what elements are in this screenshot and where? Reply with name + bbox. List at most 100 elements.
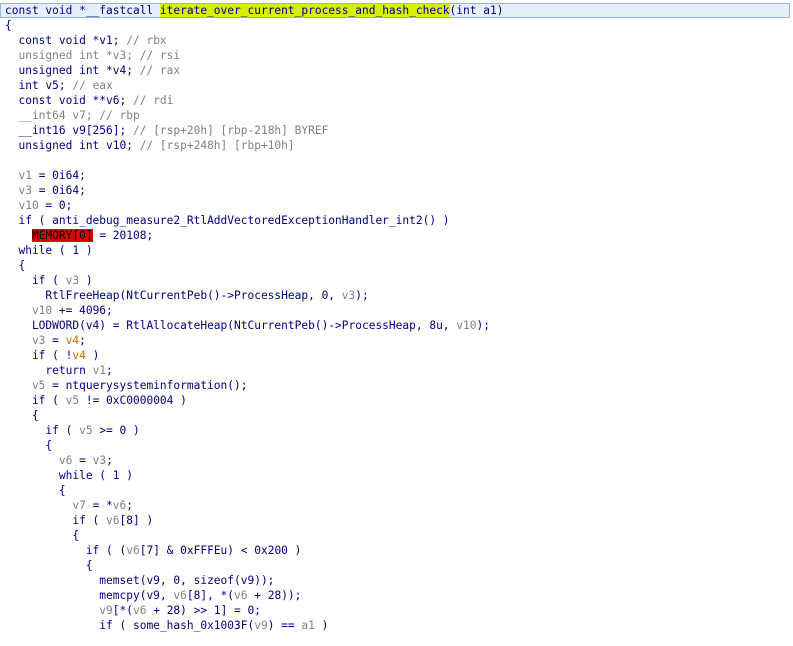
code-token[interactable]: v10 [456,319,476,332]
code-token[interactable]: v5 [66,394,79,407]
code-token[interactable]: unsigned int *v3; // rsi [5,49,180,62]
code-token[interactable]: LODWORD(v4) = RtlAllocateHeap(NtCurrentP… [5,319,456,332]
code-token[interactable]: [7] & 0xFFFEu) < 0x200 ) [140,544,302,557]
code-line[interactable]: const void *v1; // rbx [5,33,166,48]
code-token[interactable]: // rbx [126,34,166,47]
code-token[interactable]: (int a1) [450,4,504,17]
code-token[interactable]: [8], *( [187,589,234,602]
code-line[interactable]: v5 = ntquerysysteminformation(); [5,378,248,393]
code-token[interactable]: v4 [66,334,79,347]
code-line[interactable]: { [5,408,39,423]
code-token[interactable]: if ( ( [5,544,126,557]
code-token[interactable]: + 28)); [248,589,301,602]
code-token[interactable]: if ( anti_debug_measure2_RtlAddVectoredE… [5,214,449,227]
code-token[interactable]: if ( [5,394,66,407]
code-line[interactable]: int v5; // eax [5,78,112,93]
code-token[interactable]: v6 [106,514,119,527]
code-token[interactable]: // [rsp+248h] [rbp+10h] [140,139,295,152]
code-line[interactable]: { [5,438,52,453]
code-token[interactable]: unsigned int *v4; [5,64,140,77]
code-token[interactable]: if ( ! [5,349,72,362]
code-token[interactable]: >= 0 ) [93,424,139,437]
code-line[interactable]: if ( v5 != 0xC0000004 ) [5,393,187,408]
code-token[interactable]: ; [106,364,113,377]
code-token[interactable]: const void *v1; [5,34,126,47]
code-token[interactable]: { [5,529,79,542]
code-token[interactable]: [8] ) [120,514,154,527]
code-token[interactable]: v6 [5,454,72,467]
code-token[interactable]: ); [477,319,490,332]
code-token[interactable] [5,229,32,242]
code-line[interactable]: __int64 v7; // rbp [5,108,139,123]
code-line[interactable]: RtlFreeHeap(NtCurrentPeb()->ProcessHeap,… [5,288,368,303]
code-line[interactable]: return v1; [5,363,113,378]
code-token[interactable]: ); [355,289,368,302]
code-line[interactable]: __int16 v9[256]; // [rsp+20h] [rbp-218h]… [5,123,328,138]
code-token[interactable]: v6 [133,604,146,617]
code-token[interactable]: int v5; [5,79,72,92]
code-token[interactable]: v5 [5,379,45,392]
code-token[interactable]: ) == [268,619,302,632]
code-token[interactable]: v3 [93,454,106,467]
code-token[interactable]: = ntquerysysteminformation(); [45,379,247,392]
code-token[interactable]: = 20108; [93,229,153,242]
code-token[interactable]: v6 [234,589,247,602]
code-token[interactable]: ) [79,274,93,287]
code-token[interactable]: = [72,454,92,467]
code-token[interactable]: { [5,439,52,452]
code-line[interactable]: v1 = 0i64; [5,168,86,183]
code-line[interactable]: v6 = v3; [5,453,113,468]
code-line[interactable]: { [5,18,12,33]
code-token[interactable]: __int64 v7; // rbp [5,109,139,122]
code-line[interactable]: MEMORY[0] = 20108; [5,228,153,243]
code-token[interactable]: = [45,334,65,347]
code-token[interactable]: { [5,559,93,572]
code-token[interactable]: while ( 1 ) [5,469,133,482]
code-line[interactable]: while ( 1 ) [5,243,92,258]
function-name-token[interactable]: iterate_over_current_process_and_hash_ch… [159,4,450,17]
code-token[interactable]: a1 [301,619,314,632]
code-token[interactable]: ) [86,349,100,362]
code-token[interactable]: v10 [5,304,52,317]
code-line[interactable]: if ( !v4 ) [5,348,99,363]
code-token[interactable]: ) [315,619,329,632]
code-token[interactable]: memcpy(v9, [5,589,173,602]
code-token[interactable]: if ( some_hash_0x1003F( [5,619,254,632]
code-token[interactable]: RtlFreeHeap(NtCurrentPeb()->ProcessHeap,… [5,289,342,302]
code-line[interactable]: const void **v6; // rdi [5,93,173,108]
code-token[interactable]: += 4096; [52,304,113,317]
code-token[interactable]: // eax [72,79,112,92]
code-line[interactable]: { [5,258,25,273]
code-line[interactable]: v10 += 4096; [5,303,113,318]
code-token[interactable]: [*( [113,604,133,617]
code-token[interactable]: v1 [5,169,31,182]
code-token[interactable]: = * [86,499,113,512]
code-line[interactable]: { [5,483,66,498]
code-token[interactable]: v3 [5,184,31,197]
code-token[interactable]: v4 [72,349,85,362]
code-line[interactable]: if ( v5 >= 0 ) [5,423,139,438]
code-line[interactable]: v3 = 0i64; [5,183,85,198]
code-line[interactable]: v10 = 0; [5,198,72,213]
code-token[interactable]: v9 [254,619,267,632]
code-token[interactable]: v5 [79,424,92,437]
code-line[interactable]: const void *__fastcall iterate_over_curr… [5,3,503,18]
code-token[interactable]: { [5,409,39,422]
code-token[interactable]: = 0; [39,199,72,212]
code-token[interactable]: memset(v9, 0, sizeof(v9)); [5,574,274,587]
code-token[interactable]: ; [79,334,86,347]
code-token[interactable]: unsigned int v10; [5,139,140,152]
code-line[interactable]: unsigned int v10; // [rsp+248h] [rbp+10h… [5,138,295,153]
error-token[interactable]: MEMORY[0] [31,229,93,242]
code-line[interactable]: LODWORD(v4) = RtlAllocateHeap(NtCurrentP… [5,318,490,333]
code-token[interactable]: v7 [5,499,85,512]
code-token[interactable]: = 0i64; [32,169,86,182]
code-line[interactable]: if ( v3 ) [5,273,93,288]
code-token[interactable]: { [5,19,12,32]
code-token[interactable]: v1 [93,364,106,377]
code-token[interactable]: if ( [5,514,106,527]
code-line[interactable]: { [5,528,79,543]
code-token[interactable]: const void **v6; [5,94,133,107]
code-token[interactable]: { [5,259,25,272]
code-token[interactable]: v10 [5,199,38,212]
